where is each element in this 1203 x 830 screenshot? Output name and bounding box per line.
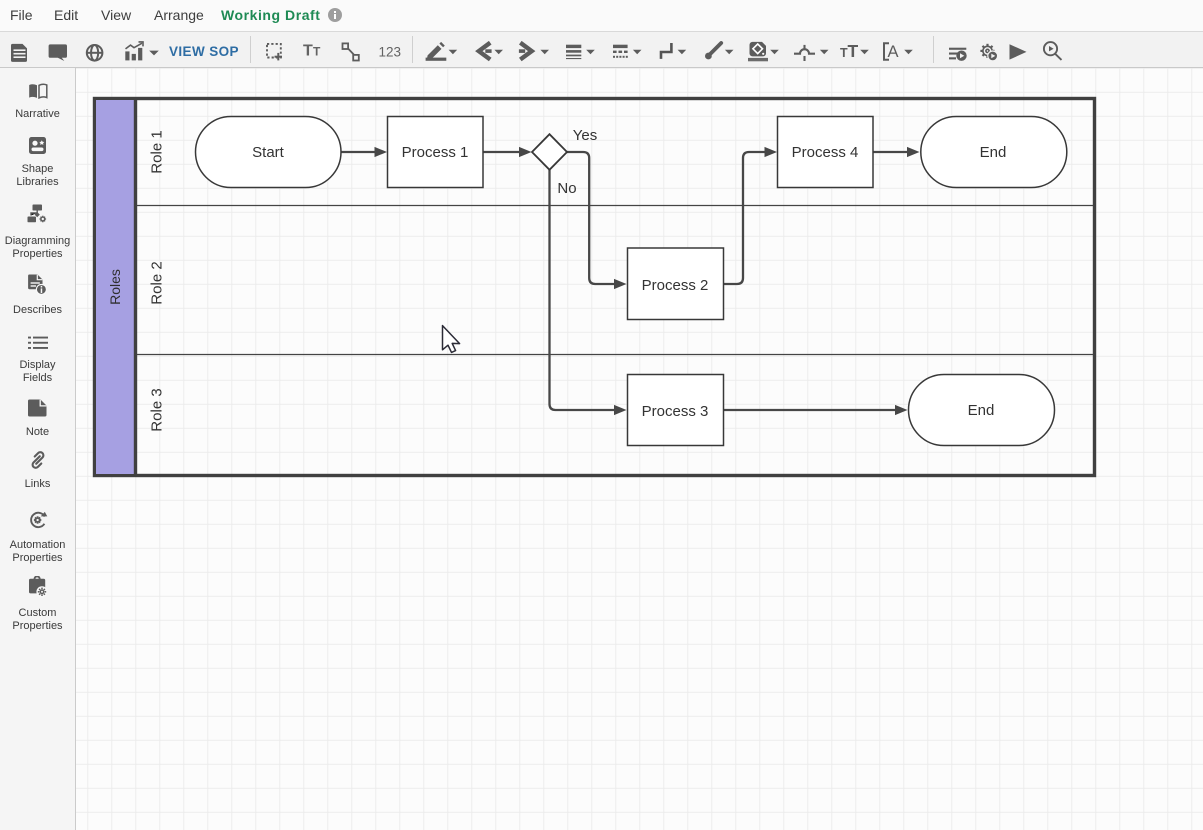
svg-text:A: A <box>888 43 899 61</box>
svg-text:T: T <box>848 41 859 61</box>
svg-text:T: T <box>313 44 321 58</box>
svg-text:T: T <box>303 42 313 59</box>
svg-text:VIEW SOP: VIEW SOP <box>169 44 239 59</box>
svg-text:123: 123 <box>379 44 402 59</box>
